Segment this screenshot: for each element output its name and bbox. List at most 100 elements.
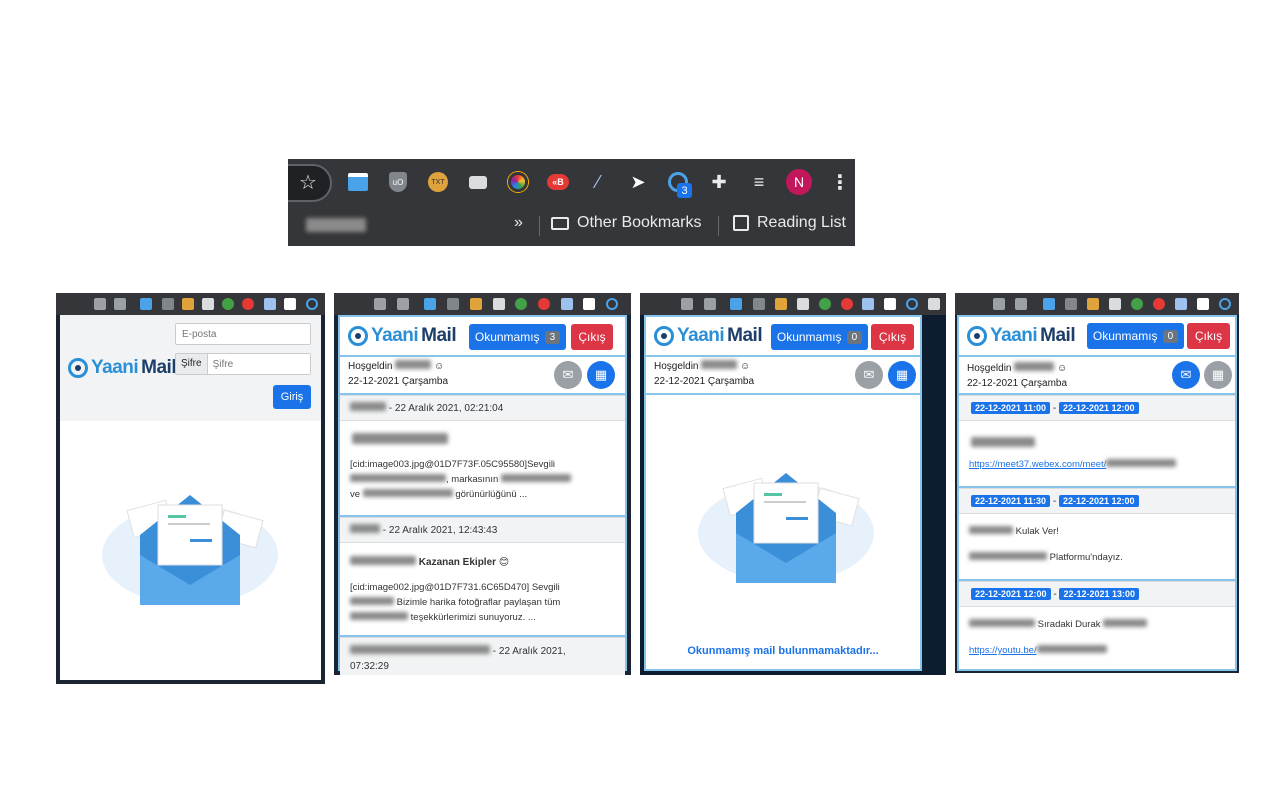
bookmark-star-icon[interactable] [1015,298,1027,310]
exit-button[interactable]: Çıkış [571,324,613,350]
camera-icon[interactable] [467,171,489,193]
bookmarks-overflow-chevron[interactable]: » [514,214,523,232]
unread-button[interactable]: Okunmamış 0 [771,324,868,350]
yaanimail-extension-icon[interactable] [1219,298,1231,310]
color-wheel-icon[interactable] [507,171,529,193]
divider [646,393,920,395]
sender-blurred [350,524,380,533]
color-wheel-icon[interactable] [819,298,831,310]
bookmark-star-icon[interactable] [704,298,716,310]
event-link-line: https://youtu.be/ [969,643,1225,658]
mini-toolbar [56,293,325,315]
cursor-icon[interactable] [583,298,595,310]
b-extension-icon[interactable]: «B [547,171,569,193]
event-link[interactable]: https://youtu.be/ [969,645,1037,656]
kebab-menu-icon[interactable]: ⋮ [829,171,851,194]
share-icon[interactable] [681,298,693,310]
password-input[interactable] [207,354,310,374]
unread-label: Okunmamış [1092,329,1158,343]
event-header[interactable]: 22-12-2021 11:00 - 22-12-2021 12:00 [959,395,1235,421]
mail-header[interactable]: - 22 Aralık 2021, 07:32:29 [340,637,625,675]
envelope-icon: ✉ [562,367,574,382]
txt-extension-icon[interactable]: TXT [427,171,449,193]
ublock-icon[interactable] [753,298,765,310]
reading-list-button[interactable]: Reading List [733,214,846,232]
color-wheel-icon[interactable] [1131,298,1143,310]
exit-button[interactable]: Çıkış [1187,323,1230,349]
eyedropper-icon[interactable] [1175,298,1187,310]
cursor-icon[interactable] [1197,298,1209,310]
share-icon[interactable] [993,298,1005,310]
unread-label: Okunmamış [776,330,842,344]
ublock-icon[interactable] [447,298,459,310]
screen-extension-icon[interactable] [140,298,152,310]
camera-icon[interactable] [1109,298,1121,310]
login-button[interactable]: Giriş [273,385,311,409]
txt-extension-icon[interactable] [470,298,482,310]
event-link[interactable]: https://meet37.webex.com/meet/ [969,459,1106,470]
screen-extension-icon[interactable] [1043,298,1055,310]
eyedropper-icon[interactable] [561,298,573,310]
mail-body[interactable]: [cid:image002.jpg@01D7F731.6C65D470] Sev… [350,580,615,625]
eyedropper-icon[interactable] [264,298,276,310]
profile-avatar[interactable]: N [786,169,812,195]
mini-toolbar [955,293,1239,315]
eyedropper-icon[interactable]: ⁄ [587,171,609,193]
calendar-icon: ▦ [594,367,608,382]
mail-body[interactable]: [cid:image003.jpg@01D7F73F.05C95580]Sevg… [350,457,615,502]
mail-toggle-button[interactable]: ✉ [855,361,883,389]
bookmark-star-icon[interactable] [397,298,409,310]
bookmark-item-blurred[interactable] [306,218,366,232]
color-wheel-icon[interactable] [222,298,234,310]
mail-toggle-button[interactable]: ✉ [554,361,582,389]
bookmark-star-icon[interactable]: ☆ [297,171,319,194]
calendar-toggle-button[interactable]: ▦ [888,361,916,389]
txt-extension-icon[interactable] [1087,298,1099,310]
exit-button[interactable]: Çıkış [871,324,914,350]
screen-extension-icon[interactable] [730,298,742,310]
calendar-toggle-button[interactable]: ▦ [587,361,615,389]
cursor-icon[interactable]: ➤ [627,171,649,193]
share-icon[interactable] [94,298,106,310]
b-extension-icon[interactable] [538,298,550,310]
cursor-icon[interactable] [284,298,296,310]
other-bookmarks-button[interactable]: Other Bookmarks [551,214,701,232]
calendar-toggle-button[interactable]: ▦ [1204,361,1232,389]
screen-extension-icon[interactable] [347,171,369,193]
puzzle-icon[interactable]: ✚ [708,171,730,193]
event-start-badge: 22-12-2021 11:00 [971,402,1051,414]
ublock-icon[interactable]: uO [387,171,409,193]
bookmark-star-icon[interactable] [114,298,126,310]
ublock-icon[interactable] [162,298,174,310]
cursor-icon[interactable] [884,298,896,310]
yaanimail-extension-icon[interactable] [306,298,318,310]
unread-button[interactable]: Okunmamış 3 [469,324,566,350]
camera-icon[interactable] [493,298,505,310]
mail-header[interactable]: - 22 Aralık 2021, 12:43:43 [340,517,625,543]
ublock-icon[interactable] [1065,298,1077,310]
b-extension-icon[interactable] [841,298,853,310]
mail-header[interactable]: - 22 Aralık 2021, 02:21:04 [340,395,625,421]
puzzle-icon[interactable] [928,298,940,310]
camera-icon[interactable] [797,298,809,310]
logo-text-mail: Mail [727,325,763,346]
screen-extension-icon[interactable] [424,298,436,310]
email-input[interactable] [175,323,311,345]
yaanimail-extension-icon[interactable]: 3 [667,171,692,198]
b-extension-icon[interactable] [1153,298,1165,310]
event-header[interactable]: 22-12-2021 12:00 - 22-12-2021 13:00 [959,581,1235,607]
mail-body-line: görünürlüğünü ... [455,489,528,500]
color-wheel-icon[interactable] [515,298,527,310]
mail-toggle-button[interactable]: ✉ [1172,361,1200,389]
yaanimail-extension-icon[interactable] [906,298,918,310]
txt-extension-icon[interactable] [182,298,194,310]
eyedropper-icon[interactable] [862,298,874,310]
event-header[interactable]: 22-12-2021 11:30 - 22-12-2021 12:00 [959,488,1235,514]
txt-extension-icon[interactable] [775,298,787,310]
share-icon[interactable] [374,298,386,310]
media-queue-icon[interactable]: ≡ [748,171,770,193]
camera-icon[interactable] [202,298,214,310]
yaanimail-extension-icon[interactable] [606,298,618,310]
b-extension-icon[interactable] [242,298,254,310]
unread-button[interactable]: Okunmamış 0 [1087,323,1184,349]
